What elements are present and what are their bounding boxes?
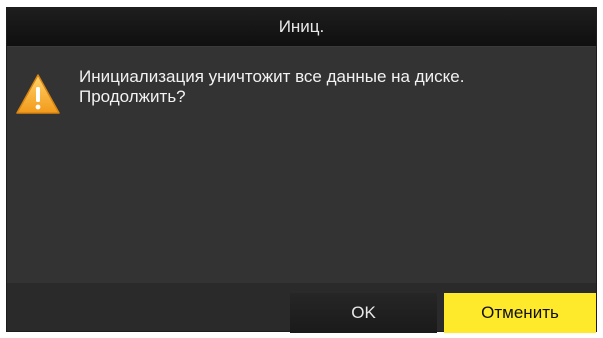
warning-icon — [16, 74, 60, 114]
dialog-footer: OK Отменить — [7, 283, 596, 333]
ok-button[interactable]: OK — [290, 293, 437, 333]
dialog-title: Иниц. — [7, 8, 596, 47]
message-line-2: Продолжить? — [79, 87, 186, 106]
cancel-button[interactable]: Отменить — [444, 293, 596, 333]
dialog-body: Инициализация уничтожит все данные на ди… — [7, 47, 596, 283]
message-line-1: Инициализация уничтожит все данные на ди… — [79, 67, 465, 86]
init-confirm-dialog: Иниц. Инициализация уничтожит все данные… — [7, 8, 596, 333]
dialog-message: Инициализация уничтожит все данные на ди… — [79, 67, 589, 107]
